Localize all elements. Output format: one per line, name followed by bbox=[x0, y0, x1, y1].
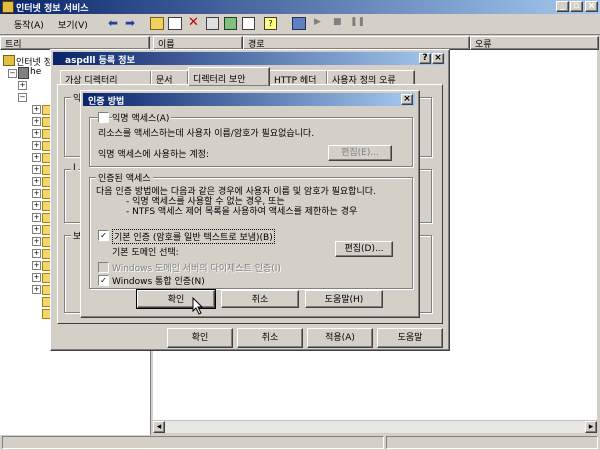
expand-icon[interactable]: + bbox=[32, 189, 41, 198]
anonymous-group: 익명 액세스(A) 리소스를 액세스하는데 사용자 이름/암호가 필요없습니다.… bbox=[89, 111, 413, 167]
expand-icon[interactable]: + bbox=[32, 165, 41, 174]
properties-cancel-button[interactable]: 취소 bbox=[237, 328, 303, 348]
basic-auth-checkbox[interactable]: ✓ bbox=[98, 230, 109, 241]
expand-icon[interactable]: + bbox=[32, 129, 41, 138]
digest-auth-checkbox[interactable] bbox=[98, 262, 109, 273]
scroll-right-button[interactable]: ▸ bbox=[585, 421, 597, 433]
iis-root-icon bbox=[3, 55, 15, 66]
mouse-cursor-icon bbox=[192, 297, 204, 315]
tree-header-label: 트리 bbox=[5, 40, 22, 50]
expand-icon[interactable]: + bbox=[32, 141, 41, 150]
status-bar-panel bbox=[386, 436, 598, 449]
path-column-header[interactable]: 경로 bbox=[243, 36, 470, 50]
properties-title-bar[interactable]: aspdll 등록 정보 ? × bbox=[53, 52, 445, 66]
name-column-header[interactable]: 이름 bbox=[153, 36, 243, 50]
basic-auth-label[interactable]: 기본 인증 (암호를 일반 텍스트로 보냄)(B) bbox=[112, 229, 275, 244]
up-folder-icon[interactable] bbox=[150, 17, 164, 30]
forward-icon[interactable]: ➡ bbox=[125, 16, 135, 30]
help-icon[interactable]: ? bbox=[264, 17, 277, 30]
anonymous-checkbox[interactable] bbox=[98, 112, 109, 123]
tab-custom-errors[interactable]: 사용자 정의 오류 bbox=[327, 70, 415, 86]
close-button[interactable]: × bbox=[585, 1, 598, 12]
server-icon bbox=[18, 67, 29, 79]
expand-icon[interactable]: + bbox=[32, 117, 41, 126]
default-domain-label: 기본 도메인 선택: bbox=[112, 248, 179, 258]
auth-close-button[interactable]: × bbox=[401, 94, 413, 105]
properties-apply-button[interactable]: 적용(A) bbox=[307, 328, 373, 348]
tree-toggle-icon[interactable] bbox=[168, 17, 182, 30]
auth-title: 인증 방법 bbox=[88, 97, 125, 107]
expand-icon[interactable]: + bbox=[32, 201, 41, 210]
expand-icon[interactable]: + bbox=[32, 261, 41, 270]
tab-directory-security[interactable]: 디렉터리 보안 bbox=[188, 67, 270, 86]
anonymous-desc: 리소스를 액세스하는데 사용자 이름/암호가 필요없습니다. bbox=[98, 129, 315, 139]
tab-http-headers[interactable]: HTTP 헤더 bbox=[269, 70, 328, 86]
back-icon[interactable]: ⬅ bbox=[108, 16, 118, 30]
tab-label: 디렉터리 보안 bbox=[193, 75, 246, 85]
expand-icon[interactable]: + bbox=[32, 153, 41, 162]
properties-title: aspdll 등록 정보 bbox=[65, 56, 135, 66]
anonymous-label[interactable]: 익명 액세스(A) bbox=[112, 111, 172, 124]
play-icon[interactable]: ▶ bbox=[314, 17, 321, 27]
menu-view[interactable]: 보기(V) bbox=[58, 18, 88, 31]
maximize-button[interactable]: ▫ bbox=[570, 1, 583, 12]
authenticated-legend: 인증된 액세스 bbox=[96, 171, 153, 184]
expand-icon[interactable]: − bbox=[8, 69, 17, 78]
auth-help-button[interactable]: 도움말(H) bbox=[305, 290, 383, 308]
anonymous-account-label: 익명 액세스에 사용하는 계정: bbox=[98, 150, 209, 160]
horizontal-scrollbar[interactable]: ◂ ▸ bbox=[153, 420, 597, 433]
menu-action[interactable]: 동작(A) bbox=[14, 18, 44, 31]
pause-icon[interactable]: ❚❚ bbox=[350, 17, 365, 27]
expand-icon[interactable]: + bbox=[32, 273, 41, 282]
domain-edit-button[interactable]: 편집(D)... bbox=[335, 241, 393, 257]
auth-method-dialog: 인증 방법 × 익명 액세스(A) 리소스를 액세스하는데 사용자 이름/암호가… bbox=[80, 90, 420, 318]
menu-toolbar: 동작(A) 보기(V) ⬅ ➡ ✕ ? ▶ ■ ❚❚ bbox=[0, 14, 600, 35]
export-icon[interactable] bbox=[242, 17, 255, 30]
authenticated-desc-3: - NTFS 액세스 제어 목록을 사용하여 액세스를 제한하는 경우 bbox=[126, 207, 358, 217]
auth-cancel-button[interactable]: 취소 bbox=[221, 290, 299, 308]
expand-icon[interactable]: − bbox=[18, 93, 27, 102]
tree-header[interactable]: 트리 bbox=[0, 36, 150, 50]
main-title-bar[interactable]: 인터넷 정보 서비스 _ ▫ × bbox=[0, 0, 600, 14]
tab-documents[interactable]: 문서 bbox=[151, 70, 189, 86]
expand-icon[interactable]: + bbox=[18, 81, 27, 90]
auth-title-bar[interactable]: 인증 방법 × bbox=[83, 93, 415, 107]
expand-icon[interactable]: + bbox=[32, 213, 41, 222]
iis-icon bbox=[2, 1, 14, 13]
properties-ok-button[interactable]: 확인 bbox=[167, 328, 233, 348]
tab-virtual-directory[interactable]: 가상 디렉터리 bbox=[60, 70, 152, 86]
error-column-label: 오류 bbox=[475, 40, 492, 50]
refresh-icon[interactable] bbox=[224, 17, 237, 30]
expand-icon[interactable]: + bbox=[32, 225, 41, 234]
anonymous-edit-button[interactable]: 편집(E)... bbox=[328, 145, 392, 161]
digest-auth-label: Windows 도메인 서버의 다이제스트 인증(I) bbox=[112, 264, 281, 274]
main-title: 인터넷 정보 서비스 bbox=[16, 4, 89, 14]
properties-icon[interactable] bbox=[206, 17, 219, 30]
bg-group-label: I bbox=[71, 163, 78, 173]
computer-icon[interactable] bbox=[292, 17, 306, 30]
properties-help-button[interactable]: ? bbox=[419, 53, 431, 64]
authenticated-group: 인증된 액세스 다음 인증 방법에는 다음과 같은 경우에 사용자 이름 및 암… bbox=[89, 171, 413, 289]
stop-icon[interactable]: ■ bbox=[333, 17, 342, 27]
expand-icon[interactable]: + bbox=[32, 285, 41, 294]
expand-icon[interactable]: + bbox=[32, 105, 41, 114]
properties-help-bottom-button[interactable]: 도움말 bbox=[377, 328, 443, 348]
delete-icon[interactable]: ✕ bbox=[188, 15, 199, 30]
scroll-left-button[interactable]: ◂ bbox=[153, 421, 165, 433]
error-column-header[interactable]: 오류 bbox=[470, 36, 599, 50]
minimize-button[interactable]: _ bbox=[556, 1, 569, 12]
windows-auth-checkbox[interactable]: ✓ bbox=[98, 275, 109, 286]
expand-icon[interactable]: + bbox=[32, 237, 41, 246]
tree-server-label[interactable]: he bbox=[30, 67, 41, 77]
status-bar bbox=[2, 436, 384, 449]
properties-close-button[interactable]: × bbox=[432, 53, 444, 64]
windows-auth-label[interactable]: Windows 통합 인증(N) bbox=[112, 274, 205, 287]
expand-icon[interactable]: + bbox=[32, 249, 41, 258]
expand-icon[interactable]: + bbox=[32, 177, 41, 186]
